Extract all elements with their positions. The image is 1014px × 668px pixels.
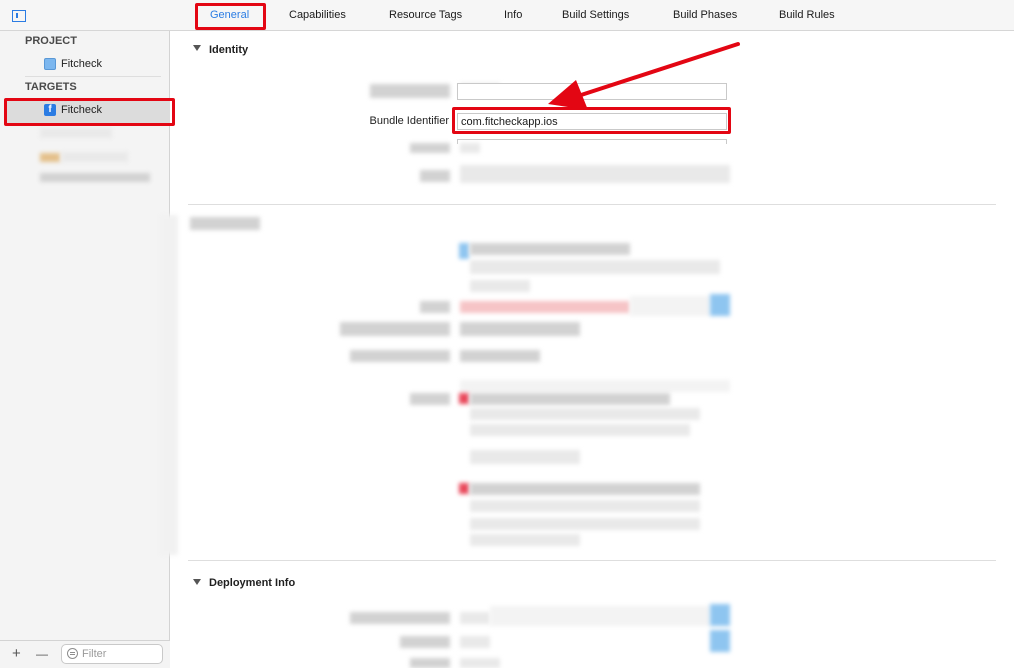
sidebar-item-project[interactable]: Fitcheck [44,56,102,72]
project-section-header: PROJECT [25,35,77,47]
targets-section-header: TARGETS [25,81,77,93]
blurred-popup [490,606,710,626]
navigator-toggle-icon[interactable] [12,10,26,22]
blurred-team-popup [630,296,710,316]
tab-build-phases[interactable]: Build Phases [673,9,737,21]
blurred-devices-label [400,636,450,648]
blurred-provisioning-value [460,322,580,336]
blurred-status-text [470,534,580,546]
blurred-signing-text [470,260,720,274]
deployment-section-title: Deployment Info [209,577,296,589]
tab-build-settings[interactable]: Build Settings [562,9,629,21]
sidebar-item-label: Fitcheck [61,58,102,70]
identity-section-title: Identity [209,44,249,56]
blurred-provisioning-label [340,322,450,336]
blurred-popup-arrows [710,630,730,652]
add-button[interactable]: + [12,645,21,662]
blurred-row [460,380,730,392]
blurred-target-value [460,612,490,624]
blurred-section-title [190,217,260,230]
blurred-version-value [460,143,480,153]
blurred-certificate-value [460,350,540,362]
sidebar-bottom-bar: + — Filter [0,640,170,668]
blurred-status-text [470,483,700,495]
blurred-signing-text [470,280,530,292]
blurred-status-text [470,424,690,436]
filter-placeholder: Filter [82,648,107,660]
blurred-signing-text [470,243,630,255]
blurred-target-item [62,152,128,162]
blurred-status-text [470,450,580,464]
blurred-devices-value [460,636,490,648]
tab-info[interactable]: Info [504,9,522,21]
blurred-status-label [410,393,450,405]
blurred-interface-value [460,658,500,668]
editor-tab-bar: General Capabilities Resource Tags Info … [0,0,1014,31]
bundle-identifier-highlight [452,107,731,134]
filter-icon [67,648,78,659]
blurred-target-item [40,173,150,182]
tab-build-rules[interactable]: Build Rules [779,9,835,21]
display-name-field[interactable] [457,83,727,100]
blurred-build-label [420,170,450,182]
blurred-version-label [410,143,450,153]
project-file-icon [44,58,56,70]
section-divider [188,560,996,561]
blurred-interface-label [410,658,450,668]
sidebar-divider [25,76,161,77]
blurred-sidebar-edge [160,215,178,555]
blurred-certificate-label [350,350,450,362]
blurred-target-item [40,128,112,138]
blurred-popup-arrows [710,294,730,316]
version-field[interactable] [457,139,727,144]
blurred-team-value [460,301,630,313]
blurred-popup-arrows [710,604,730,626]
filter-field[interactable]: Filter [61,644,163,664]
blurred-status-text [470,500,700,512]
blurred-target-label [350,612,450,624]
tab-capabilities[interactable]: Capabilities [289,9,346,21]
blurred-status-text [470,393,670,405]
deployment-disclosure-icon[interactable] [193,579,201,585]
identity-disclosure-icon[interactable] [193,45,201,51]
general-tab-highlight [195,3,266,30]
target-highlight [4,98,175,126]
section-divider [188,204,996,205]
blurred-display-name-label [370,84,450,98]
remove-button[interactable]: — [36,647,48,661]
blurred-error-icon [459,483,469,494]
blurred-build-field [460,165,730,183]
tab-resource-tags[interactable]: Resource Tags [389,9,462,21]
blurred-error-icon [459,393,469,404]
bundle-identifier-label: Bundle Identifier [369,115,450,127]
blurred-checkbox [459,243,469,259]
blurred-status-text [470,408,700,420]
blurred-target-icon [40,153,60,162]
blurred-team-label [420,301,450,313]
project-navigator: PROJECT Fitcheck TARGETS f Fitcheck [0,31,170,668]
blurred-status-text [470,518,700,530]
